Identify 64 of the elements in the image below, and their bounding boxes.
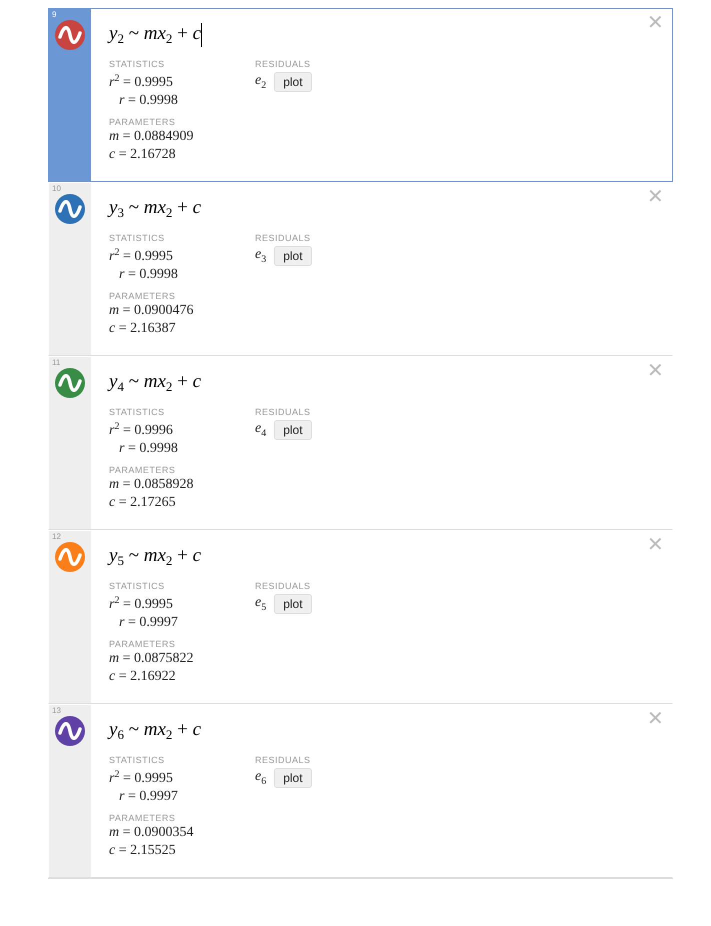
- statistics-label: STATISTICS: [109, 754, 166, 766]
- residual-variable: e$_{6}$: [255, 769, 266, 787]
- statistic-value: r = 0.9998: [118, 266, 179, 284]
- statistic-value: r$^{2}$ = 0.9995: [109, 246, 174, 266]
- parameter-value: c = 2.15525: [109, 842, 177, 860]
- residuals-label: RESIDUALS: [255, 58, 312, 70]
- residual-variable: e$_{3}$: [255, 247, 266, 265]
- expression-number: 11: [52, 358, 60, 367]
- parameters-label: PARAMETERS: [109, 638, 176, 650]
- parameter-value: c = 2.16387: [109, 320, 177, 338]
- statistic-value: r = 0.9997: [118, 788, 179, 806]
- statistics-label: STATISTICS: [109, 232, 166, 244]
- statistic-value: r$^{2}$ = 0.9995: [109, 768, 174, 788]
- expression-item[interactable]: 10 y$_{3}$ ~ mx$_{2}$ + c ✕ STATISTICS r$^{2}$ = 0.9995 r = 0.9998 RESIDUALS e$_{3}$ plot PARAMETERS m = 0.0900476 c = 2.16387: [48, 182, 673, 356]
- expression-number: 9: [52, 10, 56, 19]
- statistic-value: r = 0.9998: [118, 440, 179, 458]
- parameter-value: m = 0.0884909: [109, 128, 195, 146]
- statistics-label: STATISTICS: [109, 580, 166, 592]
- statistic-value: r$^{2}$ = 0.9996: [109, 420, 174, 440]
- parameter-value: c = 2.16728: [109, 146, 177, 164]
- residual-variable: e$_{5}$: [255, 595, 266, 613]
- parameter-value: c = 2.16922: [109, 668, 177, 686]
- statistic-value: r = 0.9997: [118, 614, 179, 632]
- expression-item[interactable]: 12 y$_{5}$ ~ mx$_{2}$ + c ✕ STATISTICS r$^{2}$ = 0.9995 r = 0.9997 RESIDUALS e$_{5}$ plot PARAMETERS m = 0.0875822 c = 2.16922: [48, 530, 673, 704]
- parameters-label: PARAMETERS: [109, 116, 176, 128]
- expression-item[interactable]: 9 y$_{2}$ ~ mx$_{2}$ + c ✕ STATISTICS r$^{2}$ = 0.9995 r = 0.9998 RESIDUALS e$_{2}$ plot PARAMETERS m = 0.0884909 c = 2.16728: [48, 8, 673, 182]
- expression-number: 12: [52, 532, 61, 541]
- wave-icon[interactable]: [55, 368, 85, 398]
- expression-number: 13: [52, 706, 61, 715]
- statistic-value: r$^{2}$ = 0.9995: [109, 72, 174, 92]
- parameters-label: PARAMETERS: [109, 812, 176, 824]
- residual-variable: e$_{4}$: [255, 421, 266, 439]
- wave-icon[interactable]: [55, 716, 85, 746]
- residuals-label: RESIDUALS: [255, 754, 312, 766]
- regression-formula[interactable]: y$_{2}$ ~ mx$_{2}$ + c: [109, 23, 202, 47]
- parameter-value: m = 0.0875822: [109, 650, 195, 668]
- parameter-value: m = 0.0900476: [109, 302, 195, 320]
- wave-icon[interactable]: [55, 194, 85, 224]
- plot-button[interactable]: plot: [274, 594, 312, 614]
- residuals-label: RESIDUALS: [255, 232, 312, 244]
- parameters-label: PARAMETERS: [109, 290, 176, 302]
- residuals-label: RESIDUALS: [255, 406, 312, 418]
- plot-button[interactable]: plot: [274, 768, 312, 788]
- regression-formula[interactable]: y$_{3}$ ~ mx$_{2}$ + c: [109, 197, 202, 221]
- residual-variable: e$_{2}$: [255, 73, 266, 91]
- parameter-value: m = 0.0858928: [109, 476, 195, 494]
- plot-button[interactable]: plot: [274, 72, 312, 92]
- statistic-value: r = 0.9998: [118, 92, 179, 110]
- wave-icon[interactable]: [55, 20, 85, 50]
- regression-formula[interactable]: y$_{6}$ ~ mx$_{2}$ + c: [109, 719, 202, 743]
- parameter-value: c = 2.17265: [109, 494, 177, 512]
- statistic-value: r$^{2}$ = 0.9995: [109, 594, 174, 614]
- expression-item[interactable]: 11 y$_{4}$ ~ mx$_{2}$ + c ✕ STATISTICS r$^{2}$ = 0.9996 r = 0.9998 RESIDUALS e$_{4}$ plot PARAMETERS m = 0.0858928 c = 2.17265: [48, 356, 673, 530]
- parameters-label: PARAMETERS: [109, 464, 176, 476]
- statistics-label: STATISTICS: [109, 406, 166, 418]
- residuals-label: RESIDUALS: [255, 580, 312, 592]
- statistics-label: STATISTICS: [109, 58, 166, 70]
- expression-item[interactable]: 13 y$_{6}$ ~ mx$_{2}$ + c ✕ STATISTICS r$^{2}$ = 0.9995 r = 0.9997 RESIDUALS e$_{6}$ plot PARAMETERS m = 0.0900354 c = 2.15525: [48, 704, 673, 878]
- regression-formula[interactable]: y$_{4}$ ~ mx$_{2}$ + c: [109, 371, 202, 395]
- plot-button[interactable]: plot: [274, 246, 312, 266]
- expression-number: 10: [52, 184, 61, 193]
- plot-button[interactable]: plot: [274, 420, 312, 440]
- parameter-value: m = 0.0900354: [109, 824, 195, 842]
- regression-formula[interactable]: y$_{5}$ ~ mx$_{2}$ + c: [109, 545, 202, 569]
